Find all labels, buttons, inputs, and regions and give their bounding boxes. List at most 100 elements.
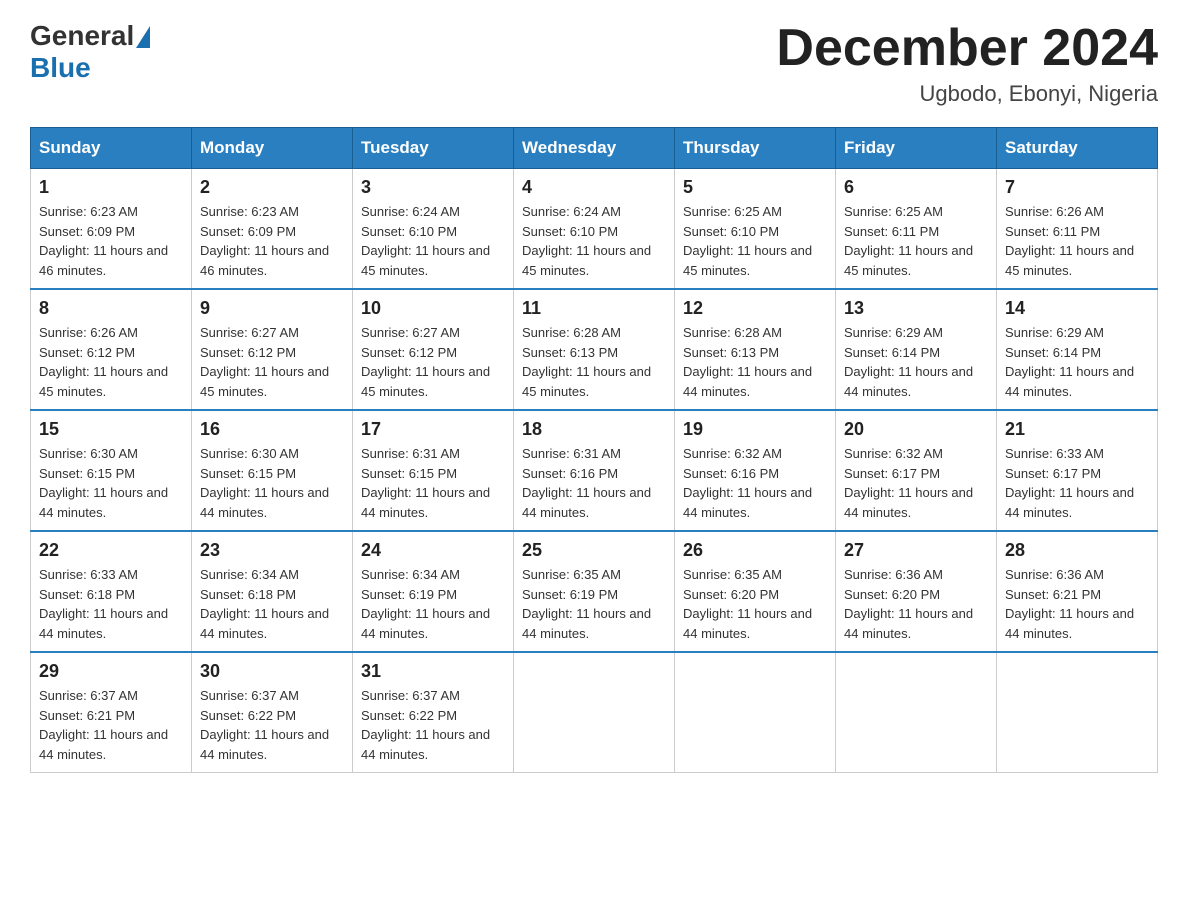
calendar-cell: 29 Sunrise: 6:37 AM Sunset: 6:21 PM Dayl… <box>31 652 192 773</box>
sunset-label: Sunset: 6:10 PM <box>361 224 457 239</box>
calendar-cell <box>514 652 675 773</box>
sunset-label: Sunset: 6:09 PM <box>200 224 296 239</box>
daylight-label: Daylight: 11 hours and 44 minutes. <box>844 606 973 641</box>
day-number: 19 <box>683 419 827 440</box>
calendar-cell: 2 Sunrise: 6:23 AM Sunset: 6:09 PM Dayli… <box>192 169 353 290</box>
calendar-header-tuesday: Tuesday <box>353 128 514 169</box>
calendar-week-row: 8 Sunrise: 6:26 AM Sunset: 6:12 PM Dayli… <box>31 289 1158 410</box>
calendar-cell <box>997 652 1158 773</box>
day-number: 30 <box>200 661 344 682</box>
sunset-label: Sunset: 6:20 PM <box>683 587 779 602</box>
calendar-header-monday: Monday <box>192 128 353 169</box>
calendar-cell: 6 Sunrise: 6:25 AM Sunset: 6:11 PM Dayli… <box>836 169 997 290</box>
day-info: Sunrise: 6:24 AM Sunset: 6:10 PM Dayligh… <box>522 202 666 280</box>
calendar-cell: 19 Sunrise: 6:32 AM Sunset: 6:16 PM Dayl… <box>675 410 836 531</box>
sunrise-label: Sunrise: 6:35 AM <box>522 567 621 582</box>
calendar-cell: 16 Sunrise: 6:30 AM Sunset: 6:15 PM Dayl… <box>192 410 353 531</box>
logo-blue-text: Blue <box>30 52 91 84</box>
day-info: Sunrise: 6:36 AM Sunset: 6:21 PM Dayligh… <box>1005 565 1149 643</box>
sunset-label: Sunset: 6:19 PM <box>522 587 618 602</box>
logo: General Blue <box>30 20 150 84</box>
sunset-label: Sunset: 6:12 PM <box>39 345 135 360</box>
day-number: 16 <box>200 419 344 440</box>
calendar-cell: 7 Sunrise: 6:26 AM Sunset: 6:11 PM Dayli… <box>997 169 1158 290</box>
sunrise-label: Sunrise: 6:32 AM <box>844 446 943 461</box>
sunset-label: Sunset: 6:18 PM <box>39 587 135 602</box>
day-info: Sunrise: 6:23 AM Sunset: 6:09 PM Dayligh… <box>200 202 344 280</box>
sunrise-label: Sunrise: 6:36 AM <box>1005 567 1104 582</box>
sunrise-label: Sunrise: 6:37 AM <box>39 688 138 703</box>
sunset-label: Sunset: 6:12 PM <box>200 345 296 360</box>
calendar-cell: 20 Sunrise: 6:32 AM Sunset: 6:17 PM Dayl… <box>836 410 997 531</box>
calendar-cell: 3 Sunrise: 6:24 AM Sunset: 6:10 PM Dayli… <box>353 169 514 290</box>
sunset-label: Sunset: 6:15 PM <box>200 466 296 481</box>
calendar-subtitle: Ugbodo, Ebonyi, Nigeria <box>776 81 1158 107</box>
calendar-cell: 28 Sunrise: 6:36 AM Sunset: 6:21 PM Dayl… <box>997 531 1158 652</box>
calendar-cell: 14 Sunrise: 6:29 AM Sunset: 6:14 PM Dayl… <box>997 289 1158 410</box>
sunset-label: Sunset: 6:19 PM <box>361 587 457 602</box>
day-info: Sunrise: 6:35 AM Sunset: 6:20 PM Dayligh… <box>683 565 827 643</box>
sunset-label: Sunset: 6:10 PM <box>522 224 618 239</box>
sunrise-label: Sunrise: 6:26 AM <box>39 325 138 340</box>
daylight-label: Daylight: 11 hours and 44 minutes. <box>39 727 168 762</box>
daylight-label: Daylight: 11 hours and 44 minutes. <box>683 485 812 520</box>
calendar-cell: 9 Sunrise: 6:27 AM Sunset: 6:12 PM Dayli… <box>192 289 353 410</box>
sunrise-label: Sunrise: 6:36 AM <box>844 567 943 582</box>
daylight-label: Daylight: 11 hours and 44 minutes. <box>361 606 490 641</box>
calendar-cell: 11 Sunrise: 6:28 AM Sunset: 6:13 PM Dayl… <box>514 289 675 410</box>
sunrise-label: Sunrise: 6:31 AM <box>361 446 460 461</box>
calendar-cell: 26 Sunrise: 6:35 AM Sunset: 6:20 PM Dayl… <box>675 531 836 652</box>
logo-top: General <box>30 20 150 52</box>
day-number: 21 <box>1005 419 1149 440</box>
sunrise-label: Sunrise: 6:37 AM <box>200 688 299 703</box>
daylight-label: Daylight: 11 hours and 44 minutes. <box>1005 485 1134 520</box>
day-number: 20 <box>844 419 988 440</box>
sunset-label: Sunset: 6:20 PM <box>844 587 940 602</box>
calendar-cell: 1 Sunrise: 6:23 AM Sunset: 6:09 PM Dayli… <box>31 169 192 290</box>
sunrise-label: Sunrise: 6:29 AM <box>1005 325 1104 340</box>
day-number: 3 <box>361 177 505 198</box>
sunrise-label: Sunrise: 6:34 AM <box>200 567 299 582</box>
calendar-header-friday: Friday <box>836 128 997 169</box>
day-number: 18 <box>522 419 666 440</box>
day-info: Sunrise: 6:29 AM Sunset: 6:14 PM Dayligh… <box>844 323 988 401</box>
day-info: Sunrise: 6:27 AM Sunset: 6:12 PM Dayligh… <box>200 323 344 401</box>
day-info: Sunrise: 6:27 AM Sunset: 6:12 PM Dayligh… <box>361 323 505 401</box>
sunset-label: Sunset: 6:18 PM <box>200 587 296 602</box>
daylight-label: Daylight: 11 hours and 45 minutes. <box>683 243 812 278</box>
day-number: 8 <box>39 298 183 319</box>
sunrise-label: Sunrise: 6:35 AM <box>683 567 782 582</box>
sunrise-label: Sunrise: 6:31 AM <box>522 446 621 461</box>
calendar-cell: 21 Sunrise: 6:33 AM Sunset: 6:17 PM Dayl… <box>997 410 1158 531</box>
calendar-table: SundayMondayTuesdayWednesdayThursdayFrid… <box>30 127 1158 773</box>
daylight-label: Daylight: 11 hours and 44 minutes. <box>200 485 329 520</box>
sunrise-label: Sunrise: 6:24 AM <box>361 204 460 219</box>
calendar-cell: 5 Sunrise: 6:25 AM Sunset: 6:10 PM Dayli… <box>675 169 836 290</box>
calendar-cell: 27 Sunrise: 6:36 AM Sunset: 6:20 PM Dayl… <box>836 531 997 652</box>
day-number: 27 <box>844 540 988 561</box>
sunset-label: Sunset: 6:12 PM <box>361 345 457 360</box>
sunset-label: Sunset: 6:16 PM <box>683 466 779 481</box>
daylight-label: Daylight: 11 hours and 46 minutes. <box>39 243 168 278</box>
day-info: Sunrise: 6:28 AM Sunset: 6:13 PM Dayligh… <box>683 323 827 401</box>
day-info: Sunrise: 6:29 AM Sunset: 6:14 PM Dayligh… <box>1005 323 1149 401</box>
day-info: Sunrise: 6:23 AM Sunset: 6:09 PM Dayligh… <box>39 202 183 280</box>
daylight-label: Daylight: 11 hours and 46 minutes. <box>200 243 329 278</box>
calendar-header-sunday: Sunday <box>31 128 192 169</box>
calendar-cell: 4 Sunrise: 6:24 AM Sunset: 6:10 PM Dayli… <box>514 169 675 290</box>
daylight-label: Daylight: 11 hours and 45 minutes. <box>522 364 651 399</box>
sunrise-label: Sunrise: 6:34 AM <box>361 567 460 582</box>
sunset-label: Sunset: 6:09 PM <box>39 224 135 239</box>
day-number: 7 <box>1005 177 1149 198</box>
logo-triangle-icon <box>136 26 150 48</box>
daylight-label: Daylight: 11 hours and 44 minutes. <box>200 606 329 641</box>
day-number: 15 <box>39 419 183 440</box>
sunset-label: Sunset: 6:10 PM <box>683 224 779 239</box>
sunrise-label: Sunrise: 6:28 AM <box>683 325 782 340</box>
day-number: 17 <box>361 419 505 440</box>
day-info: Sunrise: 6:30 AM Sunset: 6:15 PM Dayligh… <box>39 444 183 522</box>
day-info: Sunrise: 6:32 AM Sunset: 6:16 PM Dayligh… <box>683 444 827 522</box>
sunset-label: Sunset: 6:22 PM <box>200 708 296 723</box>
day-info: Sunrise: 6:26 AM Sunset: 6:12 PM Dayligh… <box>39 323 183 401</box>
day-number: 5 <box>683 177 827 198</box>
